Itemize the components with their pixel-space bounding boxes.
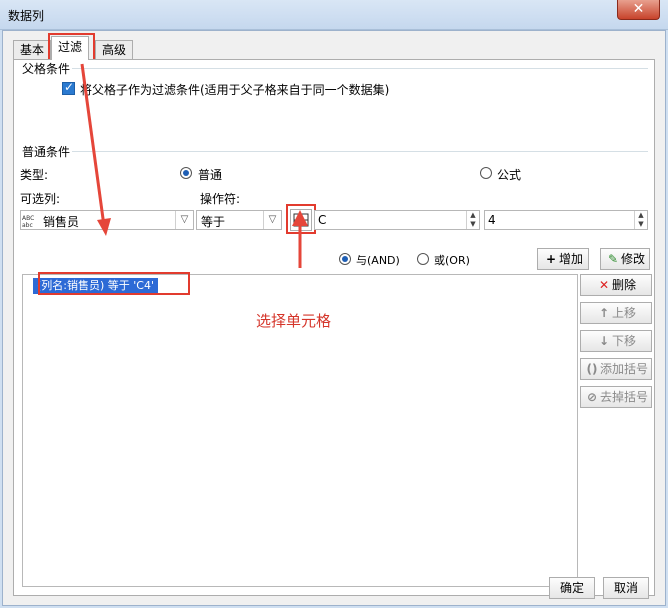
arrow-tab-to-list: [80, 63, 106, 227]
arrow-head: [97, 218, 111, 236]
tab-filter[interactable]: 过滤: [51, 36, 90, 60]
arrow-head: [292, 210, 308, 226]
annotation-arrows: [80, 63, 308, 268]
